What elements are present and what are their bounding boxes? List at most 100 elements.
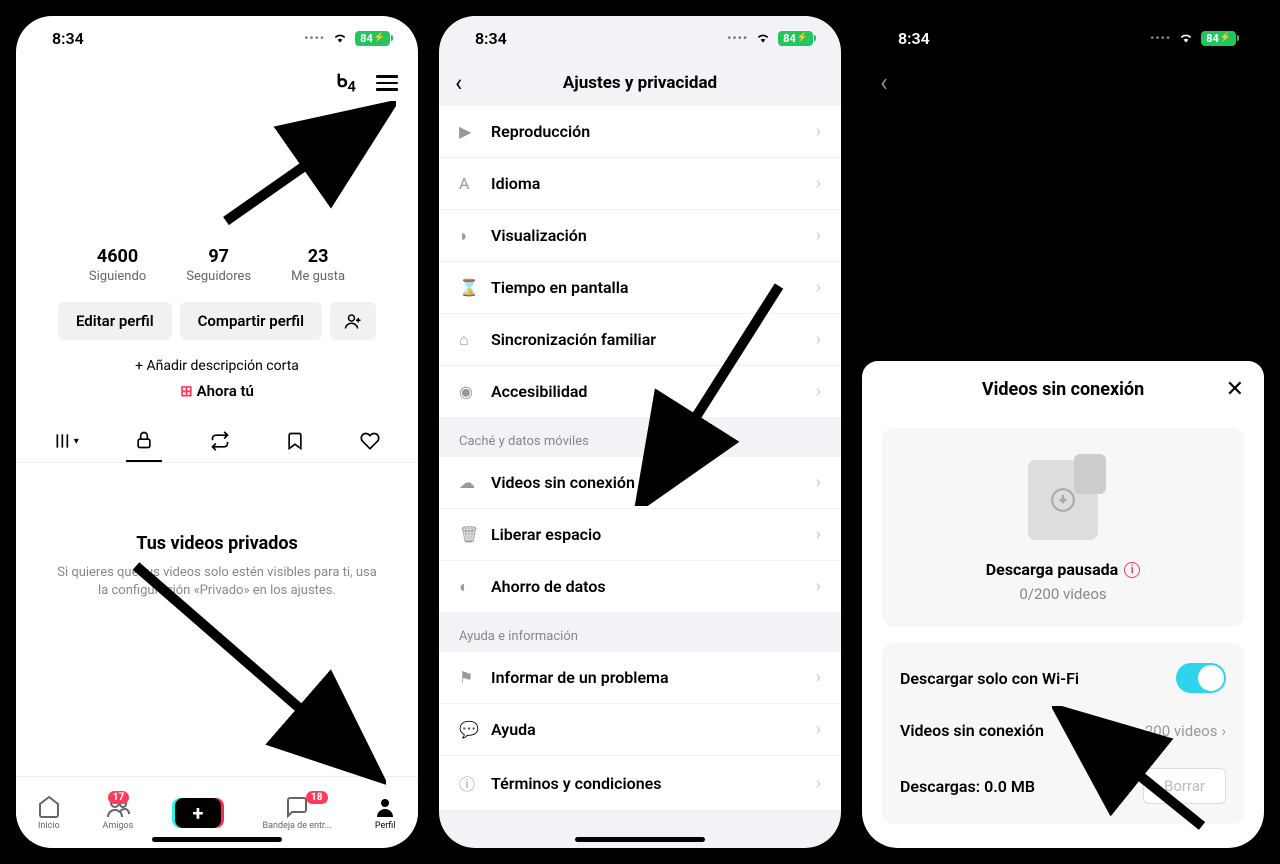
add-user-icon	[344, 312, 362, 330]
settings-list[interactable]: ▶Reproducción› AIdioma› ◗Visualización› …	[439, 106, 841, 848]
chevron-right-icon: ›	[816, 576, 821, 597]
nav-friends[interactable]: 17Amigos	[102, 795, 133, 831]
back-button[interactable]: ‹	[862, 60, 1264, 106]
chevron-right-icon: ›	[816, 381, 821, 402]
trash-icon: 🗑	[459, 525, 477, 544]
home-indicator	[998, 837, 1128, 842]
wifi-toggle[interactable]	[1176, 663, 1226, 693]
plus-box-icon: ⊞	[180, 382, 193, 400]
info-icon: ⓘ	[459, 771, 477, 795]
download-placeholder-icon	[1028, 460, 1098, 540]
lock-icon	[134, 430, 154, 450]
chevron-right-icon: ›	[816, 329, 821, 350]
streak-icon[interactable]: ᑲ4	[336, 71, 356, 96]
settings-terms[interactable]: ⓘTérminos y condiciones›	[439, 756, 841, 811]
delete-button[interactable]: Borrar	[1143, 768, 1226, 804]
nav-profile[interactable]: Perfil	[373, 795, 397, 831]
annotation-arrow-icon	[216, 101, 396, 231]
flag-icon: ⚑	[459, 668, 477, 687]
wifi-icon	[1177, 31, 1195, 45]
settings-accessibility[interactable]: ◉Accesibilidad›	[439, 366, 841, 418]
repost-icon	[210, 431, 230, 451]
back-button[interactable]: ‹	[455, 69, 462, 97]
profile-header: ᑲ4	[16, 60, 418, 106]
heart-icon	[360, 431, 380, 451]
chevron-right-icon: ›	[816, 719, 821, 740]
sheet-header: Videos sin conexión ✕	[882, 379, 1244, 400]
pause-status: Descarga pausadai	[902, 560, 1224, 579]
profile-buttons: Editar perfil Compartir perfil	[16, 302, 418, 340]
grid-icon	[54, 431, 74, 451]
accessibility-icon: ◉	[459, 382, 477, 401]
add-friend-button[interactable]	[330, 302, 376, 340]
home-indicator	[575, 837, 705, 842]
tab-saved[interactable]	[277, 420, 313, 462]
nav-create[interactable]: +	[175, 798, 221, 828]
section-help: Ayuda e información	[439, 613, 841, 652]
tab-liked[interactable]	[352, 420, 388, 462]
settings-screentime[interactable]: ⌛Tiempo en pantalla›	[439, 262, 841, 314]
private-desc: Si quieres que tus videos solo estén vis…	[56, 564, 378, 600]
wifi-icon	[754, 31, 772, 45]
private-title: Tus videos privados	[56, 533, 378, 554]
tab-private[interactable]	[126, 420, 162, 462]
settings-title: Ajustes y privacidad	[563, 73, 717, 93]
edit-profile-button[interactable]: Editar perfil	[58, 302, 172, 340]
settings-family[interactable]: ⌂Sincronización familiar›	[439, 314, 841, 366]
settings-freespace[interactable]: 🗑Liberar espacio›	[439, 509, 841, 561]
hamburger-menu-icon[interactable]	[376, 75, 398, 91]
chevron-right-icon: ›	[816, 121, 821, 142]
download-status-card: Descarga pausadai 0/200 videos	[882, 428, 1244, 627]
share-profile-button[interactable]: Compartir perfil	[180, 302, 322, 340]
video-count: 0/200 videos	[902, 585, 1224, 603]
status-bar: 8:34 •••• 84⚡	[862, 16, 1264, 60]
language-icon: A	[459, 174, 477, 193]
tab-feed[interactable]: ▾	[46, 420, 87, 462]
signal-icon: ••••	[304, 31, 325, 45]
chevron-right-icon: ›	[816, 277, 821, 298]
stat-likes[interactable]: 23Me gusta	[291, 246, 345, 284]
settings-display[interactable]: ◗Visualización›	[439, 210, 841, 262]
info-icon[interactable]: i	[1124, 562, 1140, 578]
settings-offline[interactable]: ☁Videos sin conexión›	[439, 457, 841, 509]
battery-icon: 84⚡	[778, 31, 813, 46]
nav-inbox[interactable]: 18Bandeja de entr...	[263, 795, 332, 831]
status-bar: 8:34 •••• 84⚡	[439, 16, 841, 60]
settings-help[interactable]: 💬Ayuda›	[439, 704, 841, 756]
battery-icon: 84⚡	[355, 31, 390, 46]
settings-playback[interactable]: ▶Reproducción›	[439, 106, 841, 158]
nav-home[interactable]: Inicio	[37, 795, 61, 831]
tab-reposts[interactable]	[202, 420, 238, 462]
stat-followers[interactable]: 97Seguidores	[186, 246, 251, 284]
close-button[interactable]: ✕	[1226, 377, 1244, 402]
video-count-row[interactable]: Videos sin conexión 200 videos›	[900, 707, 1226, 754]
chevron-right-icon: ›	[816, 667, 821, 688]
drop-icon: ◐	[459, 577, 477, 597]
add-bio-link[interactable]: + Añadir descripción corta	[16, 358, 418, 374]
settings-report[interactable]: ⚑Informar de un problema›	[439, 652, 841, 704]
profile-icon	[373, 795, 397, 819]
chevron-right-icon: ›	[1221, 722, 1226, 740]
settings-language[interactable]: AIdioma›	[439, 158, 841, 210]
home-icon	[37, 795, 61, 819]
moon-icon: ◗	[459, 226, 477, 246]
wifi-only-row: Descargar solo con Wi-Fi	[900, 649, 1226, 707]
signal-icon: ••••	[727, 31, 748, 45]
offline-sheet: Videos sin conexión ✕ Descarga pausadai …	[862, 361, 1264, 848]
settings-datasaver[interactable]: ◐Ahorro de datos›	[439, 561, 841, 613]
bookmark-icon	[285, 431, 305, 451]
now-you-link[interactable]: ⊞Ahora tú	[16, 382, 418, 400]
chevron-right-icon: ›	[816, 472, 821, 493]
chat-icon: 💬	[459, 720, 477, 739]
private-videos-section: Tus videos privados Si quieres que tus v…	[16, 463, 418, 600]
settings-header: ‹ Ajustes y privacidad	[439, 60, 841, 106]
status-time: 8:34	[475, 29, 507, 48]
profile-screen: 8:34 •••• 84⚡ ᑲ4 4600Siguiendo 97Seguido…	[16, 16, 418, 848]
hourglass-icon: ⌛	[459, 278, 477, 297]
stat-following[interactable]: 4600Siguiendo	[89, 246, 146, 284]
options-card: Descargar solo con Wi-Fi Videos sin cone…	[882, 643, 1244, 824]
chevron-right-icon: ›	[816, 173, 821, 194]
signal-icon: ••••	[1150, 31, 1171, 45]
home-icon: ⌂	[459, 330, 477, 350]
chevron-right-icon: ›	[816, 225, 821, 246]
